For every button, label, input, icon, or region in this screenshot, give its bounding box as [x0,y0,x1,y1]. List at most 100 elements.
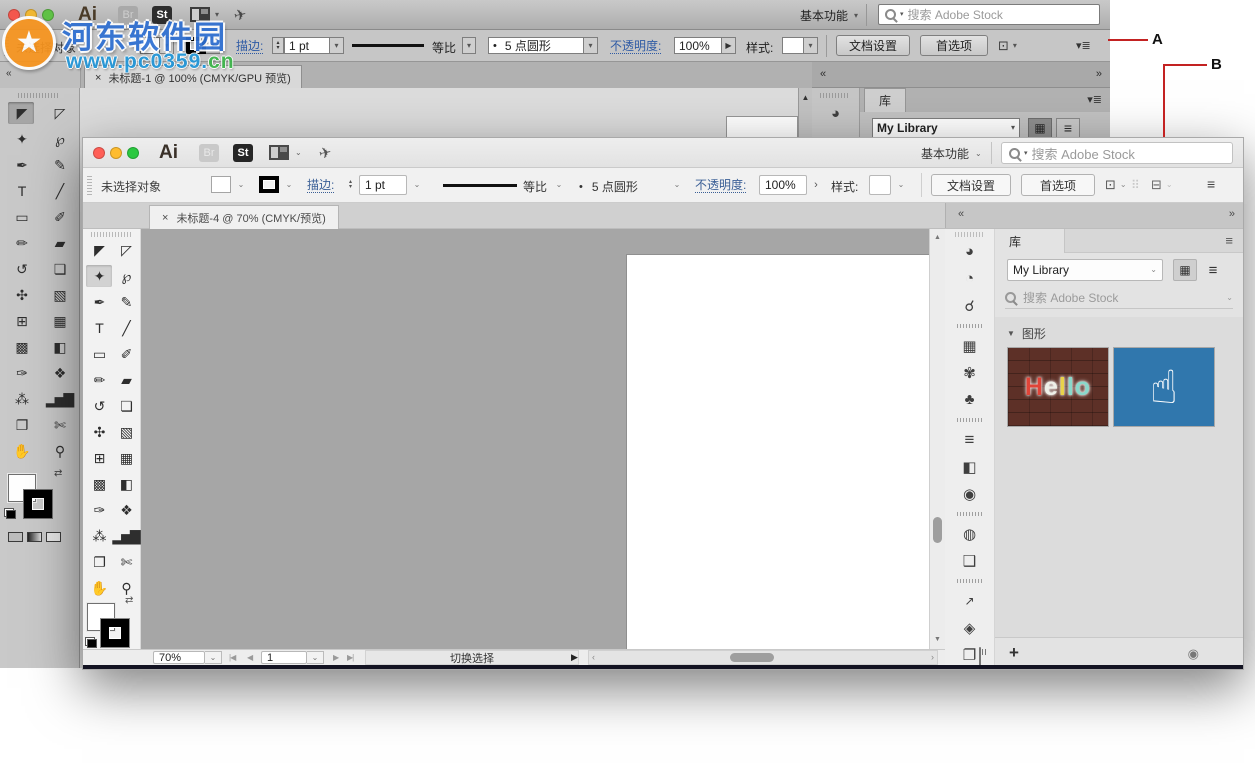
style-swatch[interactable] [782,37,804,54]
transparency-panel-icon[interactable]: ◉ [945,480,994,507]
stroke-weight-dropdown[interactable]: ▾ [330,37,344,54]
fg-canvas[interactable] [141,229,929,649]
library-item-hello[interactable]: Hello [1007,347,1109,427]
artboards-panel-icon[interactable]: ❐ [945,641,994,668]
preferences-button[interactable]: 首选项 [920,35,988,56]
tool-symbol-sprayer[interactable]: ⁂ [86,525,112,547]
tool-lasso[interactable]: ℘ [113,265,139,287]
width-profile-dropdown[interactable]: ⌄ [551,176,567,193]
tool-mesh[interactable]: ▩ [8,336,34,358]
tool-gradient[interactable]: ◧ [46,336,72,358]
swap-fill-stroke-icon[interactable]: ⇄ [125,595,133,606]
tool-type[interactable]: T [86,317,112,339]
stroke-weight-input[interactable]: 1 pt [284,37,330,54]
swatches-panel-icon[interactable]: ▦ [945,332,994,359]
tool-shape-builder[interactable]: ⊞ [8,310,34,332]
tool-lasso[interactable]: ℘ [46,128,72,150]
tool-column-graph[interactable]: ▂▅▇ [113,525,139,547]
tool-curvature[interactable]: ✎ [113,291,139,313]
tool-shape-builder[interactable]: ⊞ [86,447,112,469]
style-dropdown[interactable]: ⌄ [893,176,909,193]
close-window-button[interactable] [93,147,105,159]
style-dropdown[interactable]: ▾ [804,37,818,54]
tool-eraser[interactable]: ▰ [46,232,72,254]
tool-hand[interactable]: ✋ [8,440,34,462]
tool-zoom[interactable]: ⚲ [46,440,72,462]
stroke-swatch[interactable] [101,619,129,647]
document-tab[interactable]: × 未标题-4 @ 70% (CMYK/预览) [149,205,339,230]
collapse-dock-icon[interactable]: « [958,208,964,220]
library-search-input[interactable]: 搜索 Adobe Stock ⌄ [1005,287,1233,309]
stroke-weight-dropdown[interactable]: ⌄ [409,176,425,193]
scroll-up-button[interactable]: ▲ [930,231,945,243]
tool-perspective-grid[interactable]: ▦ [113,447,139,469]
scroll-up-button[interactable]: ▲ [799,90,812,104]
tool-shaper[interactable]: ✏ [86,369,112,391]
library-select-dropdown[interactable]: My Library ⌄ [1007,259,1163,281]
zoom-window-button[interactable] [127,147,139,159]
stroke-weight-stepper[interactable]: ▴ ▾ [345,176,356,194]
opacity-panel-link[interactable]: 不透明度: [695,178,746,193]
tool-eraser[interactable]: ▰ [113,369,139,391]
stroke-color-dropdown[interactable]: ⌄ [281,176,297,193]
tool-pen[interactable]: ✒ [8,154,34,176]
next-artboard-icon[interactable]: ▶ [333,653,339,662]
tool-eyedropper[interactable]: ✑ [8,362,34,384]
status-display-field[interactable]: 切换选择 [365,650,579,665]
previous-artboard-icon[interactable]: ◀ [247,653,253,662]
appearance-panel-icon[interactable]: ◍ [945,520,994,547]
tool-artboard[interactable]: ❐ [8,414,34,436]
tool-eyedropper[interactable]: ✑ [86,499,112,521]
drag-grip[interactable] [955,232,985,237]
layers-panel-icon[interactable]: ◈ [945,614,994,641]
tool-width[interactable]: ✣ [86,421,112,443]
library-select-dropdown[interactable]: My Library ▾ [872,118,1020,138]
arrange-documents-menu[interactable]: ⊟ ⌄ [1151,177,1173,193]
trash-icon[interactable] [979,647,981,666]
first-artboard-icon[interactable]: |◀ [229,653,235,662]
brush-definition-box[interactable]: • 5 点圆形 [579,178,638,195]
swap-fill-stroke-icon[interactable]: ⇄ [54,468,62,479]
tool-slice[interactable]: ✄ [46,414,72,436]
document-setup-button[interactable]: 文档设置 [931,174,1011,196]
graphics-section-header[interactable]: ▼ 图形 [1007,325,1046,342]
zoom-level-dropdown[interactable]: ⌄ [205,651,222,664]
minimize-window-button[interactable] [110,147,122,159]
chevron-down-icon[interactable]: ⌄ [295,149,302,157]
tool-line-segment[interactable]: ╱ [113,317,139,339]
document-setup-button[interactable]: 文档设置 [836,35,910,56]
brush-dropdown[interactable]: ▾ [584,37,598,54]
stroke-panel-icon[interactable]: ≡ [945,426,994,453]
tool-gradient[interactable]: ◧ [113,473,139,495]
tool-hand[interactable]: ✋ [86,577,112,599]
expand-dock-icon[interactable]: » [1096,68,1102,80]
tool-mesh[interactable]: ▩ [86,473,112,495]
stroke-weight-stepper[interactable]: ▴ ▾ [272,37,284,54]
tool-pen[interactable]: ✒ [86,291,112,313]
default-fill-stroke-icon[interactable] [85,637,97,648]
color-mode-button[interactable] [8,532,23,542]
list-view-button[interactable]: ≡ [1056,118,1080,138]
stroke-panel-link[interactable]: 描边: [236,39,263,54]
tool-blend[interactable]: ❖ [113,499,139,521]
fill-color-dropdown[interactable]: ⌄ [233,176,249,193]
brushes-panel-icon[interactable]: ✾ [945,359,994,386]
artboard[interactable] [626,254,929,649]
close-tab-icon[interactable]: × [162,212,168,224]
gradient-panel-icon[interactable]: ◧ [945,453,994,480]
graphic-styles-panel-icon[interactable]: ❑ [945,547,994,574]
collapse-toolbar-icon[interactable]: « [6,68,12,79]
opacity-more-button[interactable]: ▶ [722,37,736,54]
tool-free-transform[interactable]: ▧ [46,284,72,306]
tool-perspective-grid[interactable]: ▦ [46,310,72,332]
horizontal-scrollbar[interactable]: ‹ › [588,650,938,665]
tool-free-transform[interactable]: ▧ [113,421,139,443]
tool-column-graph[interactable]: ▂▅▇ [46,388,72,410]
list-view-button[interactable]: ≡ [1201,259,1225,281]
tool-selection[interactable]: ◤ [8,102,34,124]
default-fill-stroke-icon[interactable] [4,508,16,519]
tool-paintbrush[interactable]: ✐ [46,206,72,228]
bridge-button[interactable]: Br [199,144,219,162]
panel-menu-icon[interactable]: ▾≣ [1087,93,1102,106]
none-mode-button[interactable] [46,532,61,542]
